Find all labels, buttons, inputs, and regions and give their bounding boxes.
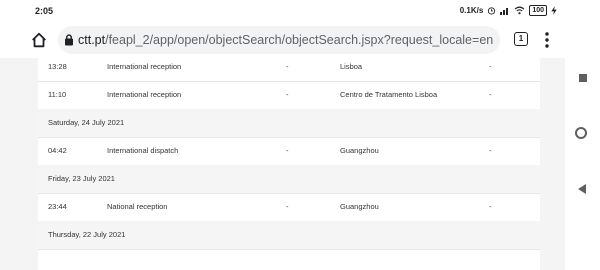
date-label: Thursday, 22 July 2021 — [48, 230, 126, 239]
date-label: Saturday, 24 July 2021 — [48, 118, 125, 127]
event-location: Guangzhou — [340, 146, 379, 155]
event-reason: - — [286, 146, 289, 155]
status-bar: 2:05 0.1K/s 100 — [0, 0, 565, 22]
event-reason: - — [286, 90, 289, 99]
event-time: 13:28 — [48, 62, 67, 71]
net-speed: 0.1K/s — [459, 6, 484, 15]
url-path: /feapl_2/app/open/objectSearch/objectSea… — [105, 33, 494, 47]
home-icon[interactable] — [30, 31, 48, 49]
date-label: Friday, 23 July 2021 — [48, 174, 115, 183]
charging-icon — [551, 6, 557, 15]
more-menu-icon[interactable] — [544, 31, 550, 49]
tab-switcher-button[interactable]: 1 — [514, 32, 528, 46]
page-content: 13:28 International reception - Lisboa -… — [0, 58, 565, 270]
event-location: Lisboa — [340, 62, 363, 71]
event-time: 04:42 — [48, 146, 67, 155]
event-status: International reception — [107, 90, 182, 99]
signal-icon — [500, 8, 509, 15]
date-header-row: Thursday, 22 July 2021 — [38, 221, 540, 250]
event-time: 11:10 — [48, 90, 67, 99]
tracking-table: 13:28 International reception - Lisboa -… — [38, 58, 540, 270]
event-observation: - — [489, 62, 492, 71]
status-icons: 0.1K/s 100 — [460, 5, 557, 16]
event-observation: - — [489, 90, 492, 99]
table-row: 11:10 International reception - Centro d… — [38, 81, 540, 110]
url-domain: ctt.pt — [78, 33, 106, 47]
alarm-icon — [488, 7, 496, 15]
android-nav-bar — [565, 0, 600, 270]
event-observation: - — [489, 202, 492, 211]
event-location: Guangzhou — [340, 202, 379, 211]
event-status: International dispatch — [107, 146, 179, 155]
table-row: 23:44 National reception - Guangzhou - — [38, 193, 540, 222]
date-header-row: Saturday, 24 July 2021 — [38, 109, 540, 138]
status-time: 2:05 — [35, 6, 54, 16]
event-observation: - — [489, 146, 492, 155]
table-row: 13:28 International reception - Lisboa - — [38, 53, 540, 82]
event-location: Centro de Tratamento Lisboa — [340, 90, 438, 99]
home-nav-icon[interactable] — [575, 127, 587, 139]
wifi-icon — [514, 6, 525, 15]
event-time: 23:44 — [48, 202, 67, 211]
date-header-row: Friday, 23 July 2021 — [38, 165, 540, 194]
url-text[interactable]: ctt.pt/feapl_2/app/open/objectSearch/obj… — [78, 33, 493, 47]
event-status: National reception — [107, 202, 168, 211]
recents-icon[interactable] — [579, 74, 587, 82]
event-status: International reception — [107, 62, 182, 71]
event-reason: - — [286, 202, 289, 211]
address-bar[interactable]: ctt.pt/feapl_2/app/open/objectSearch/obj… — [58, 26, 500, 54]
back-icon[interactable] — [578, 184, 586, 194]
table-row: 04:42 International dispatch - Guangzhou… — [38, 137, 540, 166]
event-reason: - — [286, 62, 289, 71]
battery-indicator: 100 — [529, 5, 547, 16]
lock-icon[interactable] — [64, 33, 74, 46]
